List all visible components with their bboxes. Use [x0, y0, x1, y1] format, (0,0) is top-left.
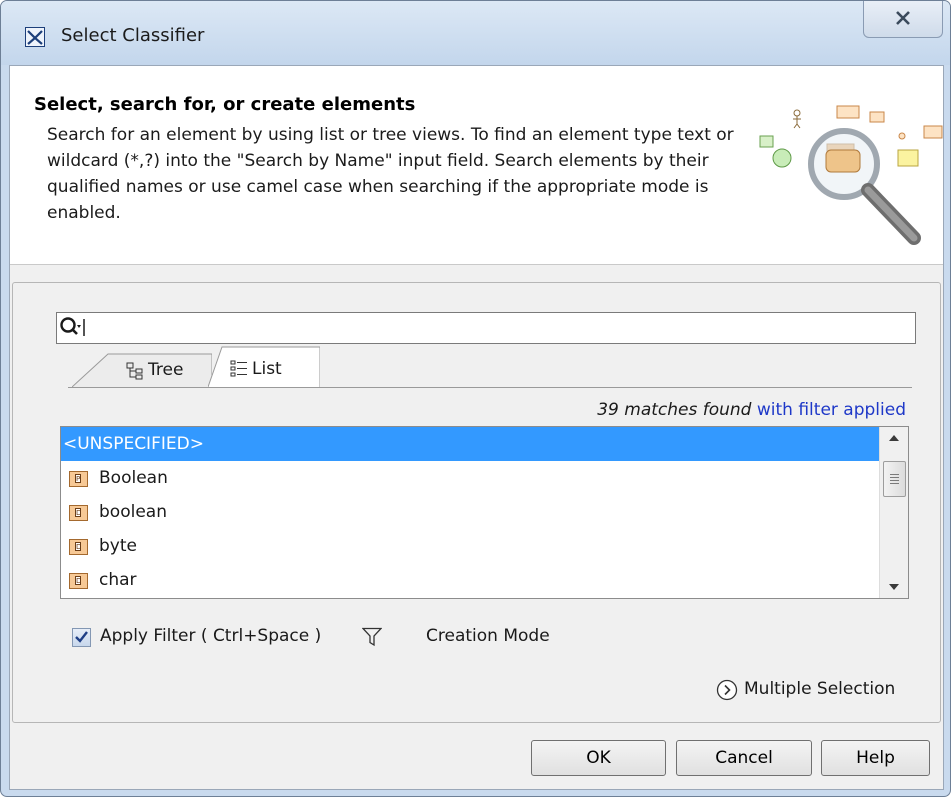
- search-options-icon[interactable]: [59, 316, 85, 338]
- window-title: Select Classifier: [61, 25, 205, 46]
- scroll-up-button[interactable]: [880, 427, 908, 449]
- expand-circle-icon: [716, 679, 738, 701]
- list-view-icon: [230, 360, 247, 377]
- close-button[interactable]: [863, 1, 943, 38]
- tab-tree-label: Tree: [148, 360, 184, 380]
- tab-list[interactable]: List: [208, 346, 320, 388]
- primitive-type-icon: P: [69, 471, 88, 487]
- list-item-label: boolean: [99, 502, 167, 522]
- datatype-icon: D: [69, 539, 88, 555]
- list-item-label: <UNSPECIFIED>: [63, 434, 204, 454]
- header-title: Select, search for, or create elements: [34, 94, 416, 115]
- dialog-window: Select Classifier Select, search for, or…: [0, 0, 951, 797]
- chevron-up-icon: [889, 435, 899, 441]
- datatype-icon: D: [69, 573, 88, 589]
- multiple-selection-label: Multiple Selection: [744, 679, 896, 699]
- list-item-label: char: [99, 570, 137, 590]
- chevron-down-icon: [889, 584, 899, 590]
- header-description: Search for an element by using list or t…: [47, 125, 734, 223]
- filter-applied-link[interactable]: with filter applied: [757, 400, 906, 420]
- list-item[interactable]: D char: [61, 563, 879, 597]
- funnel-icon[interactable]: [362, 627, 382, 647]
- scroll-thumb[interactable]: [883, 461, 906, 497]
- magnifier-search-illustration: [759, 105, 943, 245]
- match-count: 39 matches found: [597, 400, 752, 420]
- dialog-body: Select, search for, or create elements S…: [9, 65, 944, 790]
- match-summary: 39 matches found with filter applied: [520, 400, 906, 420]
- creation-mode-toggle[interactable]: Creation Mode: [426, 626, 550, 646]
- checkbox-checked[interactable]: [72, 628, 91, 647]
- title-bar[interactable]: Select Classifier: [1, 1, 950, 65]
- search-input[interactable]: [56, 312, 916, 344]
- tabs-divider: [68, 387, 912, 388]
- list-item-label: Boolean: [99, 468, 168, 488]
- list-item-unspecified[interactable]: <UNSPECIFIED>: [61, 427, 879, 461]
- scroll-down-button[interactable]: [880, 576, 908, 598]
- help-button[interactable]: Help: [821, 740, 930, 776]
- tab-tree[interactable]: Tree: [72, 350, 212, 388]
- header-panel: Select, search for, or create elements S…: [10, 66, 943, 265]
- results-list[interactable]: <UNSPECIFIED> P Boolean D boolean D byte…: [60, 426, 909, 599]
- close-icon: [896, 11, 910, 25]
- list-item[interactable]: D byte: [61, 529, 879, 563]
- datatype-icon: D: [69, 505, 88, 521]
- tab-list-label: List: [252, 359, 282, 379]
- cancel-button[interactable]: Cancel: [676, 740, 812, 776]
- ok-button[interactable]: OK: [531, 740, 666, 776]
- checkmark-icon: [75, 631, 88, 643]
- tree-view-icon: [126, 362, 143, 380]
- apply-filter-label: Apply Filter ( Ctrl+Space ): [100, 626, 322, 646]
- list-item[interactable]: P Boolean: [61, 461, 879, 495]
- list-item[interactable]: D boolean: [61, 495, 879, 529]
- list-scrollbar[interactable]: [879, 427, 908, 598]
- list-item-label: byte: [99, 536, 137, 556]
- magicdraw-app-icon: [25, 27, 45, 47]
